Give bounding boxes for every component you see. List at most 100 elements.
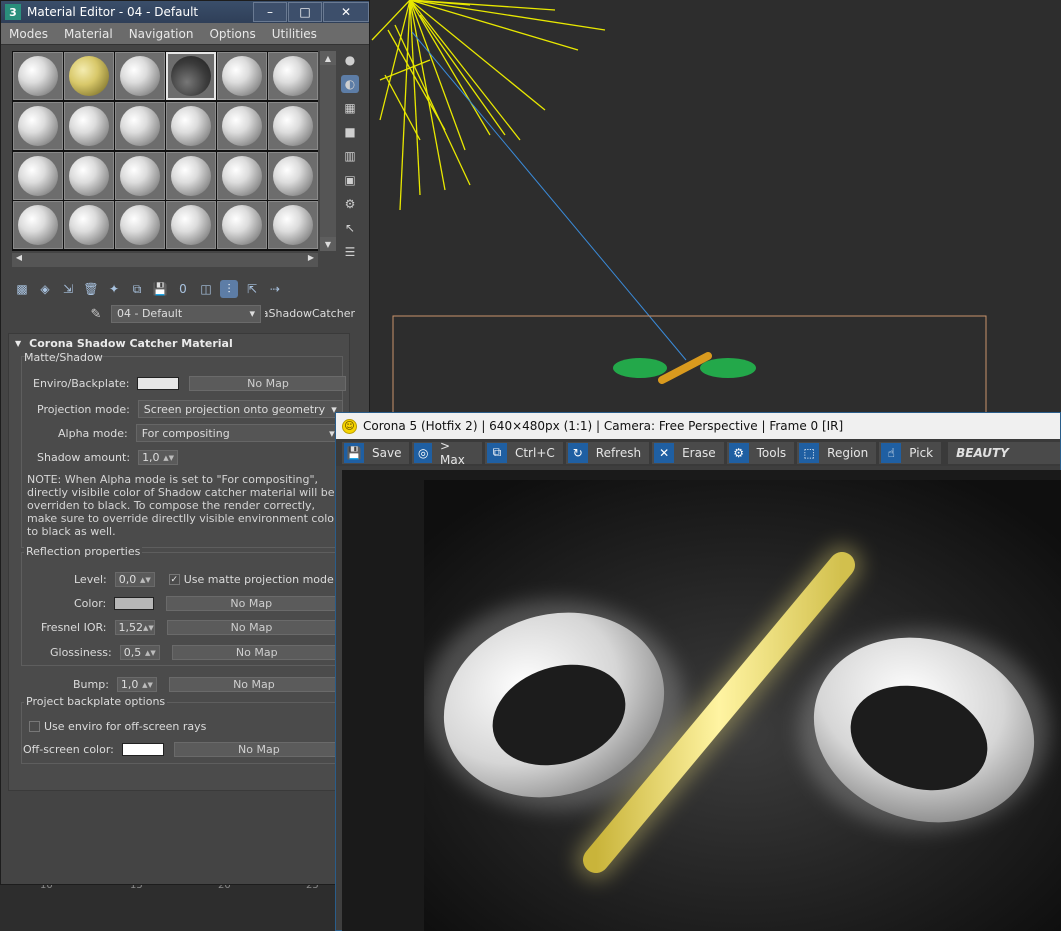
sample-slot[interactable]: [115, 151, 165, 200]
alpha-mode-dropdown[interactable]: For compositing ▾: [135, 424, 341, 442]
color-map-button[interactable]: No Map: [166, 596, 337, 611]
erase-button[interactable]: ✕ Erase: [652, 441, 724, 464]
slots-horizontal-scrollbar[interactable]: ◀ ▶: [12, 253, 318, 267]
eyedropper-icon[interactable]: ✎: [87, 305, 105, 323]
torus-right-viewport[interactable]: [700, 358, 756, 378]
glossiness-map-button[interactable]: No Map: [171, 645, 342, 660]
scroll-down-icon[interactable]: ▼: [320, 237, 336, 251]
rollout-header[interactable]: ▼ Corona Shadow Catcher Material: [9, 334, 349, 352]
use-enviro-checkbox[interactable]: [29, 721, 40, 732]
fresnel-spinner[interactable]: 1,52 ▲▼: [114, 620, 155, 635]
sample-type-icon[interactable]: ●: [341, 51, 359, 69]
put-material-icon[interactable]: ◈: [36, 280, 54, 298]
enviro-color-swatch[interactable]: [137, 377, 180, 390]
shadow-amount-spinner[interactable]: 1,0 ▲▼: [138, 450, 179, 465]
offscreen-color-swatch[interactable]: [121, 743, 164, 756]
get-material-icon[interactable]: ▩: [13, 280, 31, 298]
sample-slot[interactable]: [268, 101, 318, 150]
scroll-right-icon[interactable]: ▶: [304, 253, 318, 267]
tools-button[interactable]: ⚙ Tools: [726, 441, 795, 464]
delete-icon[interactable]: 🗑: [82, 280, 100, 298]
sample-slot[interactable]: [217, 201, 267, 250]
sample-slot[interactable]: [166, 151, 216, 200]
bump-map-button[interactable]: No Map: [168, 677, 339, 692]
alpha-row: Alpha mode: For compositing ▾: [58, 424, 341, 442]
make-preview-icon[interactable]: ▣: [341, 171, 359, 189]
to-max-button[interactable]: ◎ > Max: [412, 439, 482, 467]
sample-slot[interactable]: [64, 101, 114, 150]
sample-slot[interactable]: [13, 52, 63, 100]
sample-slot-active[interactable]: [166, 52, 216, 100]
material-id-icon[interactable]: 0: [174, 280, 192, 298]
copy-button[interactable]: ⧉ Ctrl+C: [484, 441, 563, 464]
scroll-left-icon[interactable]: ◀: [12, 253, 26, 267]
torus-left-viewport[interactable]: [613, 358, 667, 378]
sample-slot[interactable]: [115, 201, 165, 250]
sample-slot[interactable]: [64, 151, 114, 200]
save-icon[interactable]: 💾: [151, 280, 169, 298]
sample-slot[interactable]: [115, 52, 165, 100]
scroll-up-icon[interactable]: ▲: [320, 51, 336, 65]
backlight-icon[interactable]: ◐: [341, 75, 359, 93]
select-by-material-icon[interactable]: ↖: [341, 219, 359, 237]
sample-uv-tiling-icon[interactable]: ■: [341, 123, 359, 141]
glossiness-spinner[interactable]: 0,5 ▲▼: [119, 645, 160, 660]
sample-slot[interactable]: [13, 101, 63, 150]
projection-mode-dropdown[interactable]: Screen projection onto geometry ▾: [137, 400, 343, 418]
show-shaded-icon[interactable]: ◫: [197, 280, 215, 298]
pick-button[interactable]: ☝ Pick: [879, 441, 942, 464]
corona-titlebar[interactable]: ☺ Corona 5 (Hotfix 2) | 640×480px (1:1) …: [336, 413, 1060, 439]
enviro-map-button[interactable]: No Map: [189, 376, 347, 391]
background-checker-icon[interactable]: ▦: [341, 99, 359, 117]
sample-slot[interactable]: [268, 52, 318, 100]
slots-vertical-scrollbar[interactable]: ▲ ▼: [320, 51, 336, 251]
sample-sphere: [222, 205, 262, 246]
sample-slot[interactable]: [13, 201, 63, 250]
maximize-button[interactable]: □: [288, 2, 322, 22]
light-rays: [371, 0, 606, 211]
options-icon[interactable]: ⚙: [341, 195, 359, 213]
matte-projection-checkbox[interactable]: ✓: [168, 574, 180, 585]
rendered-image[interactable]: [424, 480, 1061, 931]
sample-slot[interactable]: [64, 52, 114, 100]
video-color-check-icon[interactable]: ▥: [341, 147, 359, 165]
go-to-parent-icon[interactable]: ⇱: [243, 280, 261, 298]
fresnel-map-button[interactable]: No Map: [166, 620, 337, 635]
go-forward-sibling-icon[interactable]: ⇢: [266, 280, 284, 298]
corona-frame-buffer: ☺ Corona 5 (Hotfix 2) | 640×480px (1:1) …: [335, 412, 1061, 931]
put-to-library-icon[interactable]: ⧉: [128, 280, 146, 298]
menu-modes[interactable]: Modes: [1, 27, 56, 41]
sample-slot[interactable]: [166, 101, 216, 150]
menu-navigation[interactable]: Navigation: [121, 27, 202, 41]
make-unique-icon[interactable]: ✦: [105, 280, 123, 298]
assign-material-icon[interactable]: ⇲: [59, 280, 77, 298]
material-map-navigator-icon[interactable]: ☰: [341, 243, 359, 261]
sample-slot[interactable]: [64, 201, 114, 250]
refresh-button[interactable]: ↻ Refresh: [565, 441, 650, 464]
region-button[interactable]: ⬚ Region: [797, 441, 877, 464]
material-type-button[interactable]: CoronaShadowCatcher: [265, 305, 355, 323]
show-end-result-icon[interactable]: ⫶: [220, 280, 238, 298]
save-button[interactable]: 💾 Save: [342, 441, 410, 464]
offscreen-row: Off-screen color: No Map: [23, 742, 344, 757]
sample-slot[interactable]: [217, 151, 267, 200]
menu-material[interactable]: Material: [56, 27, 121, 41]
sample-slot[interactable]: [166, 201, 216, 250]
bump-spinner[interactable]: 1,0 ▲▼: [116, 677, 157, 692]
sample-slot[interactable]: [217, 52, 267, 100]
menu-options[interactable]: Options: [201, 27, 263, 41]
minimize-button[interactable]: –: [253, 2, 287, 22]
offscreen-map-button[interactable]: No Map: [173, 742, 344, 757]
level-spinner[interactable]: 0,0 ▲▼: [114, 572, 155, 587]
sample-slot[interactable]: [13, 151, 63, 200]
material-editor-titlebar[interactable]: 3 Material Editor - 04 - Default – □ ✕: [1, 1, 369, 23]
sample-slot[interactable]: [115, 101, 165, 150]
close-button[interactable]: ✕: [323, 2, 369, 22]
sample-slot[interactable]: [217, 101, 267, 150]
sample-slot[interactable]: [268, 151, 318, 200]
menu-utilities[interactable]: Utilities: [264, 27, 325, 41]
sample-slot[interactable]: [268, 201, 318, 250]
reflection-color-swatch[interactable]: [114, 597, 155, 610]
render-pass-selector[interactable]: BEAUTY: [948, 441, 1060, 464]
material-name-dropdown[interactable]: 04 - Default ▾: [111, 305, 261, 323]
